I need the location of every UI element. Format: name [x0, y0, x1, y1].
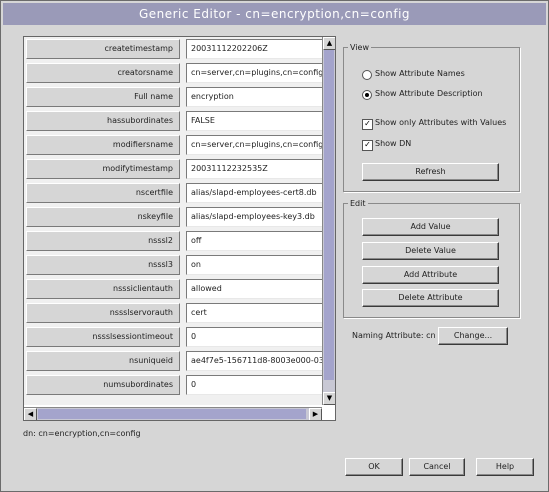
attribute-row[interactable]: createtimestamp 20031112202206Z: [25, 38, 322, 60]
generic-editor-window: Generic Editor - cn=encryption,cn=config…: [0, 0, 549, 492]
attribute-row[interactable]: modifiersname cn=server,cn=plugins,cn=con…: [25, 134, 322, 156]
attribute-value-field[interactable]: FALSE: [186, 111, 322, 131]
attribute-name-label[interactable]: nskeyfile: [26, 207, 180, 227]
attribute-name-label[interactable]: nssslsessiontimeout: [26, 327, 180, 347]
vertical-scrollbar[interactable]: ▲ ▼: [322, 37, 335, 405]
show-dn-label: Show DN: [375, 139, 412, 148]
attribute-row[interactable]: creatorsname cn=server,cn=plugins,cn=conf…: [25, 62, 322, 84]
attribute-row[interactable]: nsssiclientauth allowed: [25, 278, 322, 300]
attribute-row[interactable]: hassubordinates FALSE: [25, 110, 322, 132]
attribute-row[interactable]: nsssl3 on: [25, 254, 322, 276]
attribute-name-label[interactable]: nsssl3: [26, 255, 180, 275]
attribute-name-label[interactable]: nscertfile: [26, 183, 180, 203]
cancel-button[interactable]: Cancel: [409, 458, 465, 476]
attribute-name-label[interactable]: nsssiclientauth: [26, 279, 180, 299]
attribute-name-label[interactable]: numsubordinates: [26, 375, 180, 395]
window-title: Generic Editor - cn=encryption,cn=config: [3, 3, 546, 25]
show-attribute-description-label: Show Attribute Description: [375, 89, 483, 98]
change-naming-button[interactable]: Change...: [438, 327, 508, 345]
attribute-row[interactable]: nsssl2 off: [25, 230, 322, 252]
attribute-name-label[interactable]: modifiersname: [26, 135, 180, 155]
arrow-right-icon[interactable]: ▶: [309, 408, 322, 420]
attribute-row[interactable]: nssslsessiontimeout 0: [25, 326, 322, 348]
help-button[interactable]: Help: [476, 458, 534, 476]
show-only-with-values-checkbox[interactable]: ✓: [362, 119, 373, 130]
attribute-value-field[interactable]: 20031112202206Z: [186, 39, 322, 59]
attribute-row[interactable]: nscertfile alias/slapd-employees-cert8.db: [25, 182, 322, 204]
attribute-name-label[interactable]: modifytimestamp: [26, 159, 180, 179]
show-dn-checkbox[interactable]: ✓: [362, 140, 373, 151]
show-attribute-description-radio[interactable]: [362, 90, 372, 100]
horizontal-scroll-thumb[interactable]: [38, 409, 306, 419]
attribute-name-label[interactable]: creatorsname: [26, 63, 180, 83]
attribute-value-field[interactable]: off: [186, 231, 322, 251]
arrow-down-icon[interactable]: ▼: [323, 392, 335, 405]
attribute-value-field[interactable]: cn=server,cn=plugins,cn=config: [186, 63, 322, 83]
attribute-value-field[interactable]: ae4f7e5-156711d8-8003e000-03: [186, 351, 322, 371]
ok-button[interactable]: OK: [345, 458, 403, 476]
attribute-value-field[interactable]: cn=server,cn=plugins,cn=config: [186, 135, 322, 155]
attribute-value-field[interactable]: encryption: [186, 87, 322, 107]
dn-status: dn: cn=encryption,cn=config: [23, 429, 141, 438]
view-legend: View: [350, 43, 369, 52]
attribute-value-field[interactable]: on: [186, 255, 322, 275]
attribute-row[interactable]: modifytimestamp 20031112232535Z: [25, 158, 322, 180]
attribute-value-field[interactable]: allowed: [186, 279, 322, 299]
attribute-name-label[interactable]: nsuniqueid: [26, 351, 180, 371]
arrow-left-icon[interactable]: ◀: [24, 408, 37, 420]
attribute-name-label[interactable]: hassubordinates: [26, 111, 180, 131]
add-attribute-button[interactable]: Add Attribute: [362, 266, 499, 284]
attribute-name-label[interactable]: Full name: [26, 87, 180, 107]
attribute-row[interactable]: numsubordinates 0: [25, 374, 322, 396]
show-attribute-names-radio[interactable]: [362, 70, 372, 80]
attribute-value-field[interactable]: alias/slapd-employees-key3.db: [186, 207, 322, 227]
attribute-value-field[interactable]: 20031112232535Z: [186, 159, 322, 179]
attribute-value-field[interactable]: 0: [186, 327, 322, 347]
attribute-row[interactable]: nssslservorauth cert: [25, 302, 322, 324]
attribute-row[interactable]: nskeyfile alias/slapd-employees-key3.db: [25, 206, 322, 228]
attribute-value-field[interactable]: alias/slapd-employees-cert8.db: [186, 183, 322, 203]
attribute-row[interactable]: Full name encryption: [25, 86, 322, 108]
attribute-name-label[interactable]: createtimestamp: [26, 39, 180, 59]
naming-attribute-label: Naming Attribute: cn: [352, 331, 436, 340]
show-attribute-names-label: Show Attribute Names: [375, 69, 465, 78]
attribute-row[interactable]: nsuniqueid ae4f7e5-156711d8-8003e000-03: [25, 350, 322, 372]
attribute-value-field[interactable]: cert: [186, 303, 322, 323]
refresh-button[interactable]: Refresh: [362, 163, 499, 181]
attribute-name-label[interactable]: nssslservorauth: [26, 303, 180, 323]
attribute-name-label[interactable]: nsssl2: [26, 231, 180, 251]
horizontal-scrollbar[interactable]: ◀ ▶: [24, 407, 322, 420]
edit-legend: Edit: [350, 199, 366, 208]
arrow-up-icon[interactable]: ▲: [323, 37, 335, 50]
attribute-list: createtimestamp 20031112202206Z creatorsna…: [23, 36, 336, 421]
delete-value-button[interactable]: Delete Value: [362, 242, 499, 260]
delete-attribute-button[interactable]: Delete Attribute: [362, 289, 499, 307]
vertical-scroll-thumb[interactable]: [324, 50, 334, 380]
attribute-value-field[interactable]: 0: [186, 375, 322, 395]
attribute-rows: createtimestamp 20031112202206Z creatorsna…: [24, 37, 322, 405]
add-value-button[interactable]: Add Value: [362, 218, 499, 236]
show-only-with-values-label: Show only Attributes with Values: [375, 118, 507, 127]
